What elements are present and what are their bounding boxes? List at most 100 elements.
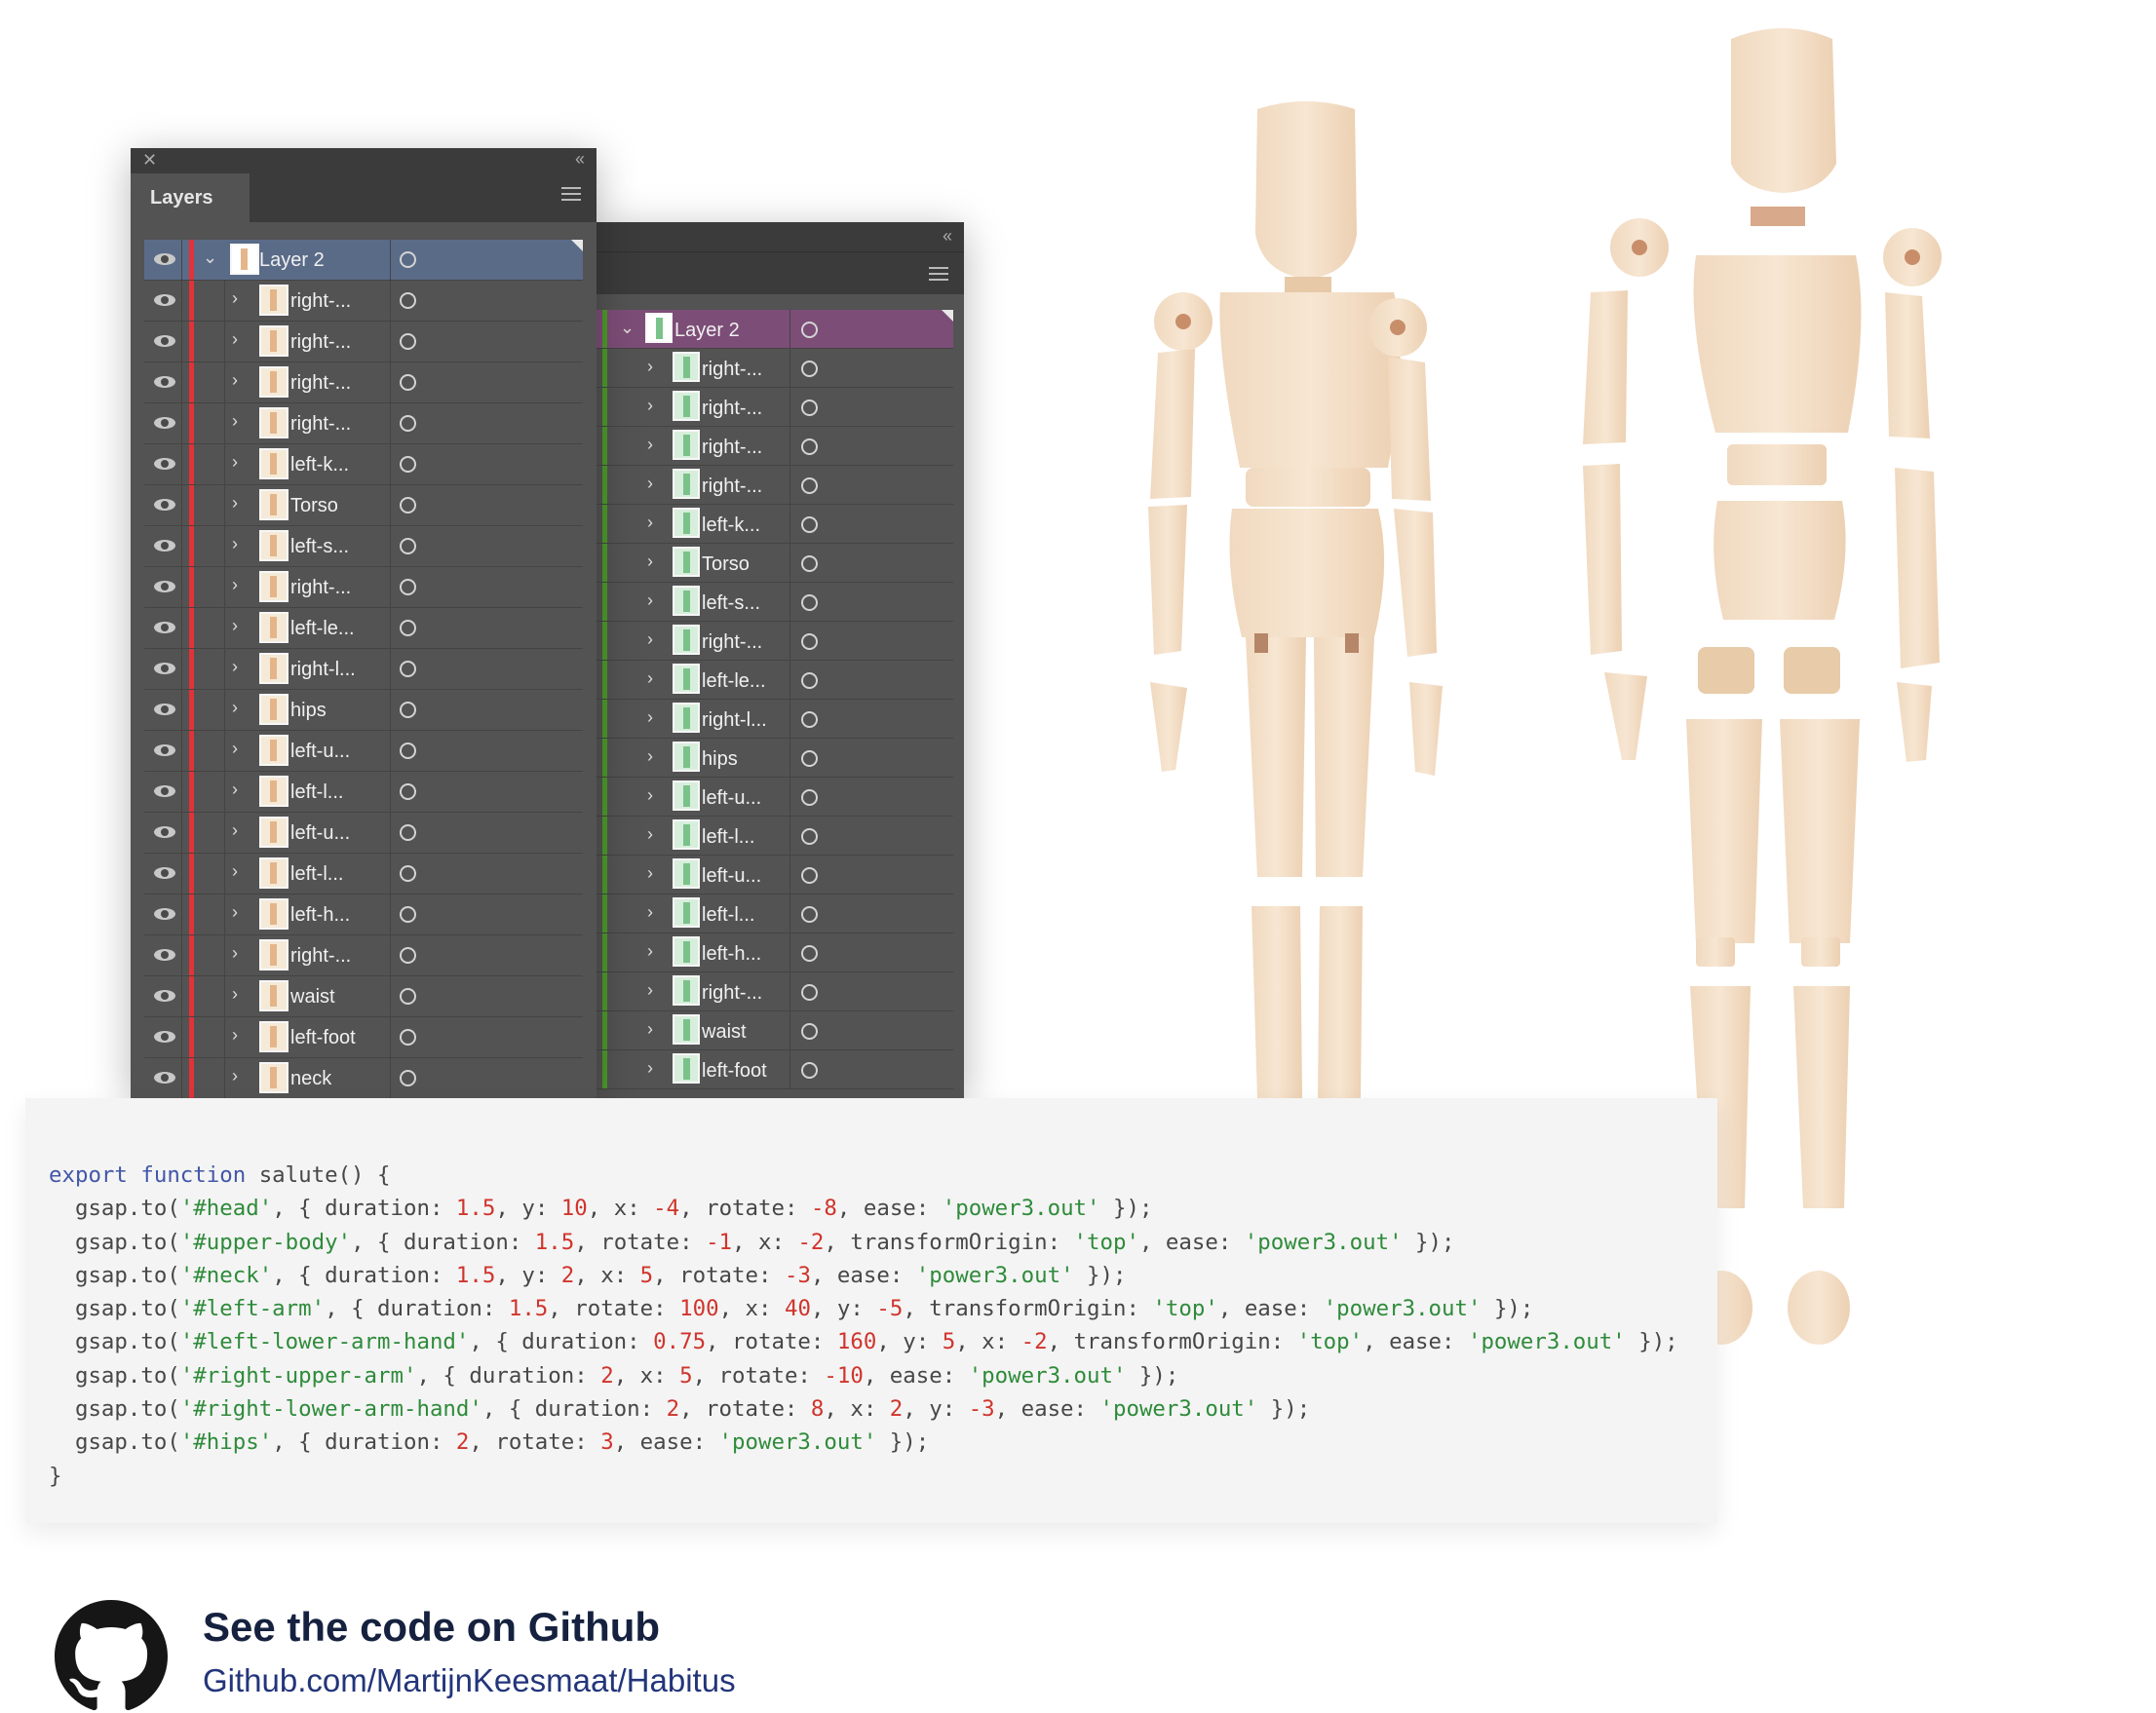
layer-row[interactable]: › right-l... [597,700,953,739]
target-circle-icon[interactable] [400,1070,416,1086]
chevron-right-icon[interactable]: › [232,534,238,554]
chevron-right-icon[interactable]: › [647,1019,653,1040]
layer-row[interactable]: › Torso [597,544,953,583]
target-circle-icon[interactable] [801,945,818,962]
chevron-right-icon[interactable]: › [647,1058,653,1079]
chevron-right-icon[interactable]: › [232,984,238,1005]
collapse-icon[interactable]: ‹‹ [575,149,585,170]
chevron-right-icon[interactable]: › [647,474,653,494]
visibility-eye-icon[interactable] [154,376,175,388]
layer-row[interactable]: › left-s... [144,526,583,567]
chevron-right-icon[interactable]: › [232,288,238,309]
chevron-right-icon[interactable]: › [647,396,653,416]
layer-row[interactable]: › right-... [144,935,583,976]
layer-row-header[interactable]: ⌄ Layer 2 [597,310,953,349]
chevron-right-icon[interactable]: › [647,863,653,884]
chevron-right-icon[interactable]: › [232,902,238,923]
target-circle-icon[interactable] [801,594,818,611]
chevron-right-icon[interactable]: › [232,370,238,391]
chevron-right-icon[interactable]: › [647,824,653,845]
target-circle-icon[interactable] [400,824,416,841]
target-circle-icon[interactable] [400,415,416,432]
target-circle-icon[interactable] [400,333,416,350]
visibility-eye-icon[interactable] [154,581,175,592]
layer-row[interactable]: › right-... [597,427,953,466]
target-circle-icon[interactable] [400,292,416,309]
panel-menu-icon[interactable] [929,267,948,281]
visibility-eye-icon[interactable] [154,417,175,429]
layer-row[interactable]: › left-l... [144,772,583,813]
chevron-right-icon[interactable]: › [232,820,238,841]
visibility-eye-icon[interactable] [154,867,175,879]
layer-row[interactable]: › left-s... [597,583,953,622]
chevron-right-icon[interactable]: › [232,780,238,800]
visibility-eye-icon[interactable] [154,253,175,265]
chevron-down-icon[interactable]: ⌄ [203,247,217,268]
target-circle-icon[interactable] [400,947,416,964]
chevron-right-icon[interactable]: › [647,513,653,533]
layer-row[interactable]: › right-... [597,388,953,427]
layer-row[interactable]: › left-le... [597,661,953,700]
chevron-right-icon[interactable]: › [232,493,238,514]
visibility-eye-icon[interactable] [154,499,175,511]
target-circle-icon[interactable] [801,438,818,455]
target-circle-icon[interactable] [801,828,818,845]
layer-row[interactable]: › left-l... [597,895,953,933]
layer-row[interactable]: › left-foot [144,1017,583,1058]
visibility-eye-icon[interactable] [154,458,175,470]
layer-row[interactable]: › right-... [144,362,583,403]
visibility-eye-icon[interactable] [154,990,175,1002]
target-circle-icon[interactable] [400,702,416,718]
visibility-eye-icon[interactable] [154,540,175,552]
github-icon[interactable] [55,1600,168,1713]
chevron-right-icon[interactable]: › [232,698,238,718]
layer-row[interactable]: › hips [144,690,583,731]
layer-row[interactable]: › right-... [597,466,953,505]
target-circle-icon[interactable] [801,516,818,533]
layer-row[interactable]: › right-... [144,567,583,608]
close-icon[interactable]: ✕ [142,150,157,171]
layer-row[interactable]: › left-u... [597,856,953,895]
target-circle-icon[interactable] [400,374,416,391]
chevron-right-icon[interactable]: › [232,943,238,964]
target-circle-icon[interactable] [801,984,818,1001]
chevron-down-icon[interactable]: ⌄ [620,318,635,338]
visibility-eye-icon[interactable] [154,949,175,961]
layer-row[interactable]: › right-... [597,972,953,1011]
visibility-eye-icon[interactable] [154,785,175,797]
chevron-right-icon[interactable]: › [232,616,238,636]
chevron-right-icon[interactable]: › [232,411,238,432]
chevron-right-icon[interactable]: › [647,552,653,572]
visibility-eye-icon[interactable] [154,335,175,347]
target-circle-icon[interactable] [801,400,818,416]
layer-row[interactable]: › left-k... [144,444,583,485]
layer-row[interactable]: › left-foot [597,1050,953,1089]
github-repo-link[interactable]: Github.com/MartijnKeesmaat/Habitus [203,1662,736,1699]
layer-row[interactable]: › left-h... [144,895,583,935]
layer-row[interactable]: › left-l... [597,817,953,856]
target-circle-icon[interactable] [400,906,416,923]
target-circle-icon[interactable] [801,477,818,494]
target-circle-icon[interactable] [400,579,416,595]
chevron-right-icon[interactable]: › [232,861,238,882]
chevron-right-icon[interactable]: › [647,629,653,650]
layer-row[interactable]: › right-... [144,281,583,322]
target-circle-icon[interactable] [801,711,818,728]
tab-layers[interactable]: Layers [131,173,250,222]
layer-row[interactable]: › waist [144,976,583,1017]
layer-row[interactable]: › left-u... [144,813,583,854]
target-circle-icon[interactable] [801,1023,818,1040]
chevron-right-icon[interactable]: › [232,1066,238,1086]
layer-row[interactable]: › neck [144,1058,583,1098]
layer-row[interactable]: › left-k... [597,505,953,544]
layer-row[interactable]: › left-le... [144,608,583,649]
chevron-right-icon[interactable]: › [647,902,653,923]
target-circle-icon[interactable] [801,672,818,689]
chevron-right-icon[interactable]: › [232,452,238,473]
target-circle-icon[interactable] [400,456,416,473]
layer-row[interactable]: › right-l... [144,649,583,690]
layer-row[interactable]: › left-l... [144,854,583,895]
target-circle-icon[interactable] [801,1062,818,1079]
chevron-right-icon[interactable]: › [647,746,653,767]
target-circle-icon[interactable] [801,906,818,923]
